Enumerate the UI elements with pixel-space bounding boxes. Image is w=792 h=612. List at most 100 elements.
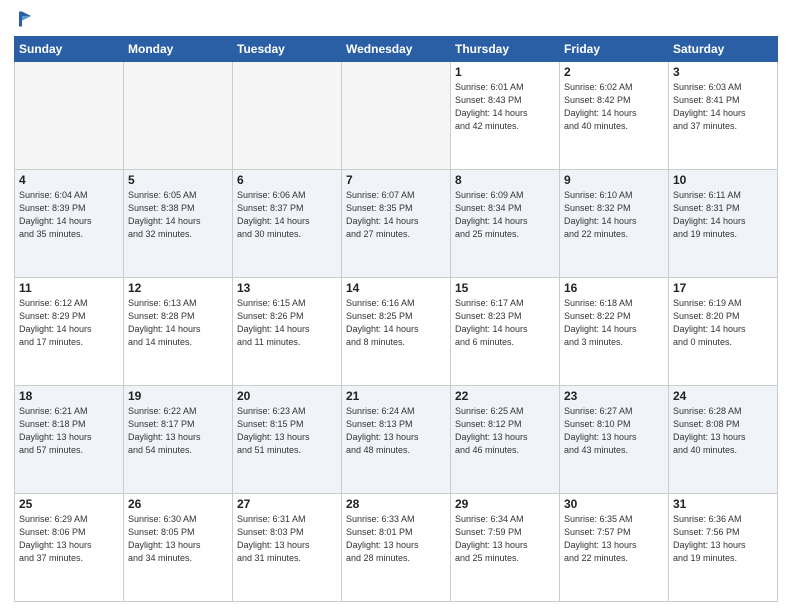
calendar-cell: 29 Sunrise: 6:34 AM Sunset: 7:59 PM Dayli… — [451, 494, 560, 602]
calendar-cell: 1Sunrise: 6:01 AM Sunset: 8:43 PM Daylig… — [451, 62, 560, 170]
calendar-cell: 19Sunrise: 6:22 AM Sunset: 8:17 PM Dayli… — [124, 386, 233, 494]
day-number: 23 — [564, 389, 664, 403]
day-info: Sunrise: 6:30 AM Sunset: 8:05 PM Dayligh… — [128, 513, 228, 565]
weekday-header-row: SundayMondayTuesdayWednesdayThursdayFrid… — [15, 37, 778, 62]
day-number: 25 — [19, 497, 119, 511]
day-number: 17 — [673, 281, 773, 295]
calendar-cell: 27Sunrise: 6:31 AM Sunset: 8:03 PM Dayli… — [233, 494, 342, 602]
day-number: 19 — [128, 389, 228, 403]
day-info: Sunrise: 6:17 AM Sunset: 8:23 PM Dayligh… — [455, 297, 555, 349]
day-info: Sunrise: 6:23 AM Sunset: 8:15 PM Dayligh… — [237, 405, 337, 457]
day-number: 9 — [564, 173, 664, 187]
calendar-cell: 3 Sunrise: 6:03 AM Sunset: 8:41 PM Daylig… — [669, 62, 778, 170]
day-number: 29 — [455, 497, 555, 511]
day-number: 3 — [673, 65, 773, 79]
week-row-4: 18 Sunrise: 6:21 AM Sunset: 8:18 PM Dayli… — [15, 386, 778, 494]
day-info: Sunrise: 6:02 AM Sunset: 8:42 PM Dayligh… — [564, 81, 664, 133]
day-number: 7 — [346, 173, 446, 187]
day-number: 20 — [237, 389, 337, 403]
day-info: Sunrise: 6:29 AM Sunset: 8:06 PM Dayligh… — [19, 513, 119, 565]
day-info: Sunrise: 6:01 AM Sunset: 8:43 PM Dayligh… — [455, 81, 555, 133]
day-info: Sunrise: 6:18 AM Sunset: 8:22 PM Dayligh… — [564, 297, 664, 349]
day-info: Sunrise: 6:28 AM Sunset: 8:08 PM Dayligh… — [673, 405, 773, 457]
day-number: 30 — [564, 497, 664, 511]
weekday-header-friday: Friday — [560, 37, 669, 62]
day-info: Sunrise: 6:16 AM Sunset: 8:25 PM Dayligh… — [346, 297, 446, 349]
week-row-1: 1Sunrise: 6:01 AM Sunset: 8:43 PM Daylig… — [15, 62, 778, 170]
weekday-header-thursday: Thursday — [451, 37, 560, 62]
day-number: 31 — [673, 497, 773, 511]
day-info: Sunrise: 6:33 AM Sunset: 8:01 PM Dayligh… — [346, 513, 446, 565]
calendar-table: SundayMondayTuesdayWednesdayThursdayFrid… — [14, 36, 778, 602]
calendar-cell: 20 Sunrise: 6:23 AM Sunset: 8:15 PM Dayli… — [233, 386, 342, 494]
weekday-header-monday: Monday — [124, 37, 233, 62]
calendar-cell: 25 Sunrise: 6:29 AM Sunset: 8:06 PM Dayli… — [15, 494, 124, 602]
calendar-cell: 12 Sunrise: 6:13 AM Sunset: 8:28 PM Dayli… — [124, 278, 233, 386]
day-info: Sunrise: 6:10 AM Sunset: 8:32 PM Dayligh… — [564, 189, 664, 241]
logo — [14, 10, 34, 28]
week-row-5: 25 Sunrise: 6:29 AM Sunset: 8:06 PM Dayli… — [15, 494, 778, 602]
calendar-cell: 7 Sunrise: 6:07 AM Sunset: 8:35 PM Daylig… — [342, 170, 451, 278]
header — [14, 10, 778, 28]
day-info: Sunrise: 6:06 AM Sunset: 8:37 PM Dayligh… — [237, 189, 337, 241]
day-info: Sunrise: 6:13 AM Sunset: 8:28 PM Dayligh… — [128, 297, 228, 349]
day-number: 26 — [128, 497, 228, 511]
day-info: Sunrise: 6:34 AM Sunset: 7:59 PM Dayligh… — [455, 513, 555, 565]
day-number: 22 — [455, 389, 555, 403]
weekday-header-wednesday: Wednesday — [342, 37, 451, 62]
weekday-header-sunday: Sunday — [15, 37, 124, 62]
calendar-cell: 11 Sunrise: 6:12 AM Sunset: 8:29 PM Dayli… — [15, 278, 124, 386]
day-number: 2 — [564, 65, 664, 79]
calendar-cell: 8Sunrise: 6:09 AM Sunset: 8:34 PM Daylig… — [451, 170, 560, 278]
day-info: Sunrise: 6:36 AM Sunset: 7:56 PM Dayligh… — [673, 513, 773, 565]
day-number: 8 — [455, 173, 555, 187]
day-info: Sunrise: 6:25 AM Sunset: 8:12 PM Dayligh… — [455, 405, 555, 457]
day-number: 13 — [237, 281, 337, 295]
day-number: 15 — [455, 281, 555, 295]
day-number: 14 — [346, 281, 446, 295]
day-info: Sunrise: 6:15 AM Sunset: 8:26 PM Dayligh… — [237, 297, 337, 349]
calendar-cell: 9 Sunrise: 6:10 AM Sunset: 8:32 PM Daylig… — [560, 170, 669, 278]
calendar-cell: 10 Sunrise: 6:11 AM Sunset: 8:31 PM Dayli… — [669, 170, 778, 278]
day-number: 18 — [19, 389, 119, 403]
weekday-header-tuesday: Tuesday — [233, 37, 342, 62]
calendar-cell — [233, 62, 342, 170]
day-info: Sunrise: 6:24 AM Sunset: 8:13 PM Dayligh… — [346, 405, 446, 457]
calendar-cell: 26 Sunrise: 6:30 AM Sunset: 8:05 PM Dayli… — [124, 494, 233, 602]
calendar-cell: 13 Sunrise: 6:15 AM Sunset: 8:26 PM Dayli… — [233, 278, 342, 386]
day-info: Sunrise: 6:12 AM Sunset: 8:29 PM Dayligh… — [19, 297, 119, 349]
day-number: 5 — [128, 173, 228, 187]
weekday-header-saturday: Saturday — [669, 37, 778, 62]
day-number: 10 — [673, 173, 773, 187]
day-number: 24 — [673, 389, 773, 403]
calendar-cell: 18 Sunrise: 6:21 AM Sunset: 8:18 PM Dayli… — [15, 386, 124, 494]
calendar-cell: 24 Sunrise: 6:28 AM Sunset: 8:08 PM Dayli… — [669, 386, 778, 494]
day-info: Sunrise: 6:27 AM Sunset: 8:10 PM Dayligh… — [564, 405, 664, 457]
page: SundayMondayTuesdayWednesdayThursdayFrid… — [0, 0, 792, 612]
calendar-cell: 6Sunrise: 6:06 AM Sunset: 8:37 PM Daylig… — [233, 170, 342, 278]
day-info: Sunrise: 6:03 AM Sunset: 8:41 PM Dayligh… — [673, 81, 773, 133]
day-number: 16 — [564, 281, 664, 295]
calendar-body: 1Sunrise: 6:01 AM Sunset: 8:43 PM Daylig… — [15, 62, 778, 602]
calendar-cell: 15 Sunrise: 6:17 AM Sunset: 8:23 PM Dayli… — [451, 278, 560, 386]
day-number: 11 — [19, 281, 119, 295]
day-number: 4 — [19, 173, 119, 187]
day-info: Sunrise: 6:07 AM Sunset: 8:35 PM Dayligh… — [346, 189, 446, 241]
day-info: Sunrise: 6:21 AM Sunset: 8:18 PM Dayligh… — [19, 405, 119, 457]
calendar-cell: 14 Sunrise: 6:16 AM Sunset: 8:25 PM Dayli… — [342, 278, 451, 386]
calendar-cell — [124, 62, 233, 170]
week-row-3: 11 Sunrise: 6:12 AM Sunset: 8:29 PM Dayli… — [15, 278, 778, 386]
calendar-cell: 31 Sunrise: 6:36 AM Sunset: 7:56 PM Dayli… — [669, 494, 778, 602]
day-info: Sunrise: 6:35 AM Sunset: 7:57 PM Dayligh… — [564, 513, 664, 565]
calendar-cell: 17 Sunrise: 6:19 AM Sunset: 8:20 PM Dayli… — [669, 278, 778, 386]
calendar-cell: 16 Sunrise: 6:18 AM Sunset: 8:22 PM Dayli… — [560, 278, 669, 386]
day-info: Sunrise: 6:11 AM Sunset: 8:31 PM Dayligh… — [673, 189, 773, 241]
day-number: 28 — [346, 497, 446, 511]
calendar-cell: 23 Sunrise: 6:27 AM Sunset: 8:10 PM Dayli… — [560, 386, 669, 494]
day-number: 12 — [128, 281, 228, 295]
calendar-cell — [15, 62, 124, 170]
calendar-cell: 21Sunrise: 6:24 AM Sunset: 8:13 PM Dayli… — [342, 386, 451, 494]
calendar-cell: 2 Sunrise: 6:02 AM Sunset: 8:42 PM Daylig… — [560, 62, 669, 170]
day-info: Sunrise: 6:19 AM Sunset: 8:20 PM Dayligh… — [673, 297, 773, 349]
logo-flag-icon — [16, 10, 34, 28]
